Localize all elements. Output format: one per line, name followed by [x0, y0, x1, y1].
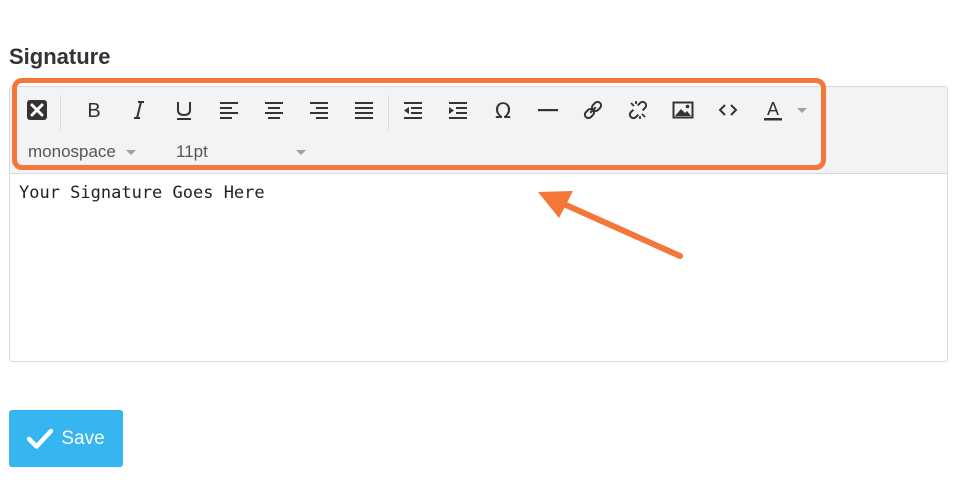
svg-text:Ω: Ω: [495, 99, 511, 121]
insert-link-button[interactable]: [578, 95, 608, 125]
font-size-value: 11pt: [176, 142, 208, 161]
italic-button[interactable]: [124, 95, 154, 125]
text-color-icon: A: [764, 99, 782, 121]
editor-content[interactable]: Your Signature Goes Here: [19, 183, 265, 203]
align-center-icon: [265, 102, 283, 119]
align-left-button[interactable]: [214, 95, 244, 125]
remove-link-button[interactable]: [623, 95, 653, 125]
underline-icon: [177, 102, 191, 120]
chevron-down-icon: [797, 107, 807, 113]
save-button[interactable]: Save: [9, 410, 123, 467]
save-button-label: Save: [61, 427, 105, 449]
font-family-value: monospace: [28, 142, 116, 161]
image-icon: [672, 101, 694, 119]
omega-icon: Ω: [495, 99, 511, 121]
bold-button[interactable]: B: [79, 95, 109, 125]
checkmark-icon: [27, 428, 54, 449]
bold-icon: B: [87, 100, 100, 121]
outdent-button[interactable]: [398, 95, 428, 125]
editor-toolbar: B Ω A monospace 11pt: [10, 87, 947, 174]
font-family-select[interactable]: monospace: [28, 141, 168, 163]
indent-icon: [449, 102, 467, 119]
toolbar-separator: [60, 95, 61, 131]
indent-button[interactable]: [443, 95, 473, 125]
italic-icon: [134, 101, 144, 119]
unlink-icon: [628, 100, 648, 120]
toolbar-separator: [388, 95, 389, 131]
underline-button[interactable]: [169, 95, 199, 125]
special-character-button[interactable]: Ω: [488, 95, 518, 125]
horizontal-line-icon: [538, 109, 558, 112]
source-code-button[interactable]: [713, 95, 743, 125]
align-justify-button[interactable]: [349, 95, 379, 125]
horizontal-line-button[interactable]: [533, 95, 563, 125]
svg-text:B: B: [87, 100, 100, 121]
link-icon: [583, 100, 603, 120]
outdent-icon: [404, 102, 422, 119]
text-color-dropdown[interactable]: [792, 95, 812, 125]
font-size-select[interactable]: 11pt: [176, 141, 316, 163]
chevron-down-icon: [296, 149, 306, 155]
align-left-icon: [220, 102, 238, 119]
signature-editor: B Ω A monospace 11pt Your Signature Goes…: [9, 86, 948, 362]
insert-image-button[interactable]: [668, 95, 698, 125]
text-color-button[interactable]: A: [758, 95, 788, 125]
clear-formatting-button[interactable]: [22, 95, 52, 125]
align-center-button[interactable]: [259, 95, 289, 125]
align-justify-icon: [355, 102, 373, 119]
code-icon: [718, 104, 738, 116]
close-box-icon: [27, 100, 47, 120]
svg-text:A: A: [767, 99, 779, 119]
align-right-button[interactable]: [304, 95, 334, 125]
chevron-down-icon: [125, 149, 136, 155]
align-right-icon: [310, 102, 328, 119]
section-title: Signature: [9, 44, 111, 69]
